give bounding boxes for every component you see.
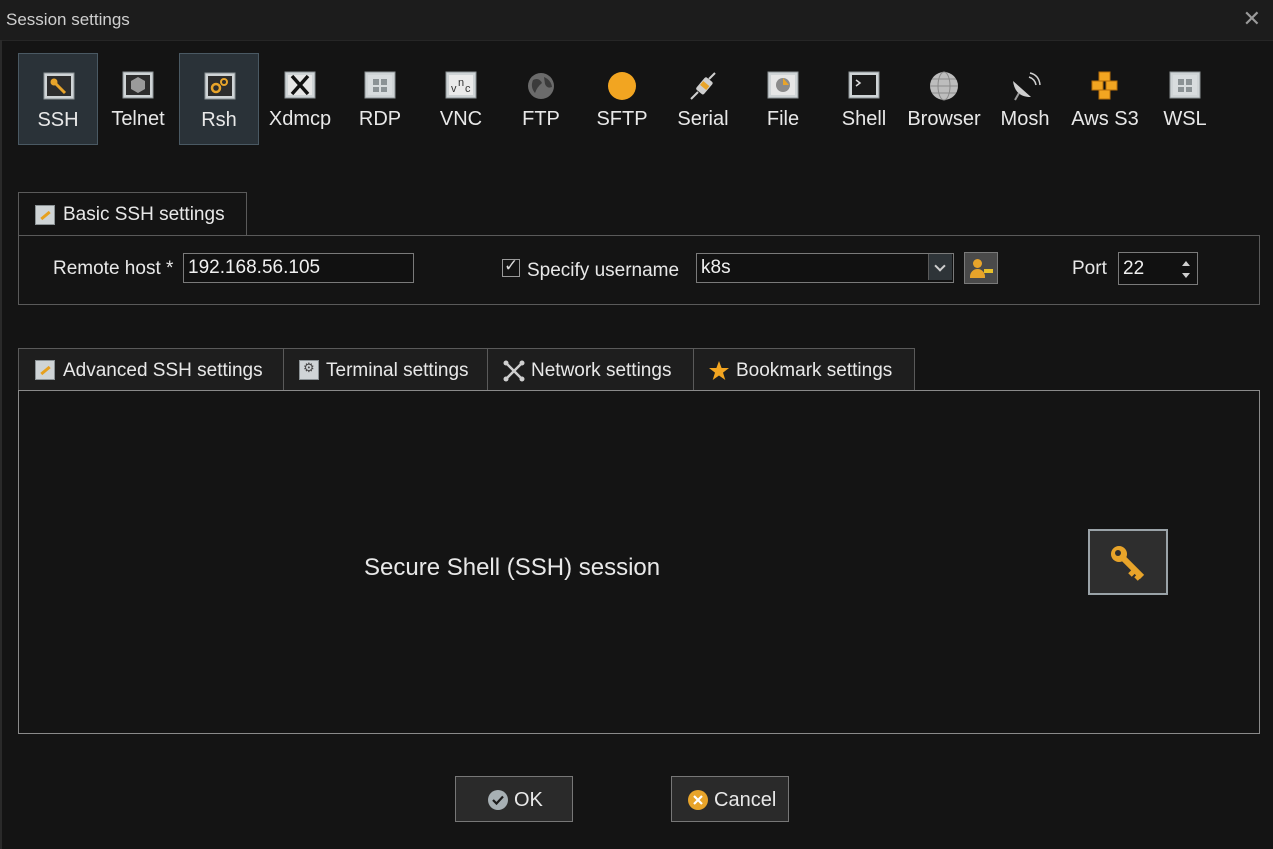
key-large-icon — [1111, 546, 1145, 581]
key-icon — [35, 205, 55, 225]
tab-label: Basic SSH settings — [63, 204, 225, 225]
satellite-dish-icon — [1013, 72, 1041, 101]
protocol-wsl[interactable]: WSL — [1145, 53, 1225, 145]
windows-logo-icon — [1169, 71, 1201, 99]
svg-text:v: v — [451, 83, 457, 95]
tab-advanced-ssh-settings[interactable]: Advanced SSH settings — [18, 348, 284, 390]
window-left-edge — [0, 40, 2, 849]
tab-basic-ssh-settings[interactable]: Basic SSH settings — [18, 192, 247, 236]
serial-plug-icon — [690, 72, 716, 100]
globe-gray-icon — [930, 71, 958, 101]
remote-host-input[interactable] — [183, 253, 414, 283]
protocol-xdmcp[interactable]: Xdmcp — [260, 53, 340, 145]
protocol-label: VNC — [439, 108, 483, 130]
orange-circle-icon — [608, 72, 636, 100]
user-icon — [973, 259, 982, 268]
close-icon[interactable]: ✕ — [1243, 6, 1261, 32]
cancel-x-icon — [688, 790, 708, 810]
key-small-icon — [984, 269, 993, 273]
cancel-label: Cancel — [714, 789, 777, 811]
network-icon — [503, 360, 525, 382]
tab-label: Advanced SSH settings — [63, 360, 263, 381]
specify-username-checkbox[interactable] — [502, 256, 520, 277]
protocol-ssh[interactable]: SSH — [18, 53, 98, 145]
ssh-key-icon — [43, 72, 75, 100]
user-icon-body — [970, 269, 985, 278]
specify-username-label: Specify username — [527, 260, 680, 281]
username-combobox[interactable] — [696, 253, 954, 283]
telnet-icon — [122, 71, 154, 99]
protocol-label: Serial — [677, 108, 729, 130]
protocol-label: Shell — [841, 108, 887, 130]
tab-label: Bookmark settings — [736, 360, 893, 381]
port-label: Port — [1072, 258, 1107, 279]
protocol-browser[interactable]: Browser — [904, 53, 984, 145]
session-description: Secure Shell (SSH) session — [364, 554, 661, 581]
protocol-mosh[interactable]: Mosh — [985, 53, 1065, 145]
title-bar: Session settings ✕ — [0, 0, 1273, 41]
protocol-shell[interactable]: Shell — [824, 53, 904, 145]
protocol-vnc[interactable]: vnc VNC — [421, 53, 501, 145]
x-logo-icon — [284, 71, 316, 99]
vnc-icon: vnc — [445, 71, 477, 99]
file-monitor-icon — [767, 71, 799, 99]
svg-text:n: n — [458, 77, 464, 89]
protocol-label: Browser — [907, 108, 981, 130]
gear-icon — [299, 360, 319, 380]
tab-terminal-settings[interactable]: Terminal settings — [283, 348, 488, 390]
tab-label: Network settings — [531, 360, 672, 381]
port-spinner[interactable] — [1176, 255, 1196, 283]
window-title: Session settings — [6, 10, 130, 29]
globe-icon — [528, 73, 554, 99]
protocol-label: Telnet — [111, 108, 165, 130]
checkmark-icon — [488, 790, 508, 810]
rdp-window-icon — [364, 71, 396, 99]
protocol-label: RDP — [358, 108, 402, 130]
key-icon — [35, 360, 55, 380]
tab-bookmark-settings[interactable]: Bookmark settings — [693, 348, 915, 390]
protocol-ftp[interactable]: FTP — [501, 53, 581, 145]
protocol-rdp[interactable]: RDP — [340, 53, 420, 145]
star-icon — [709, 361, 729, 380]
ok-label: OK — [514, 789, 543, 811]
protocol-rsh[interactable]: Rsh — [179, 53, 259, 145]
remote-host-label: Remote host * — [53, 258, 174, 279]
protocol-aws-s3[interactable]: Aws S3 — [1065, 53, 1145, 145]
svg-text:c: c — [465, 83, 471, 95]
tab-label: Terminal settings — [326, 360, 469, 381]
protocol-file[interactable]: File — [743, 53, 823, 145]
protocol-label: Xdmcp — [268, 108, 332, 130]
tab-network-settings[interactable]: Network settings — [487, 348, 694, 390]
protocol-label: Aws S3 — [1071, 108, 1139, 130]
user-manager-button[interactable] — [964, 252, 998, 284]
cancel-button[interactable]: Cancel — [671, 776, 789, 822]
rsh-gears-icon — [204, 72, 236, 100]
chevron-down-icon[interactable] — [928, 254, 952, 280]
protocol-label: Mosh — [1000, 108, 1050, 130]
protocol-label: Rsh — [201, 109, 237, 131]
shell-prompt-icon — [848, 71, 880, 99]
protocol-sftp[interactable]: SFTP — [582, 53, 662, 145]
protocol-label: FTP — [522, 108, 560, 130]
protocol-label: WSL — [1163, 108, 1207, 130]
ssh-key-button[interactable] — [1088, 529, 1168, 595]
ok-button[interactable]: OK — [455, 776, 573, 822]
aws-cubes-icon — [1091, 71, 1118, 100]
protocol-label: SSH — [37, 109, 79, 131]
protocol-label: SFTP — [596, 108, 648, 130]
protocol-serial[interactable]: Serial — [663, 53, 743, 145]
protocol-label: File — [766, 108, 800, 130]
protocol-telnet[interactable]: Telnet — [98, 53, 178, 145]
